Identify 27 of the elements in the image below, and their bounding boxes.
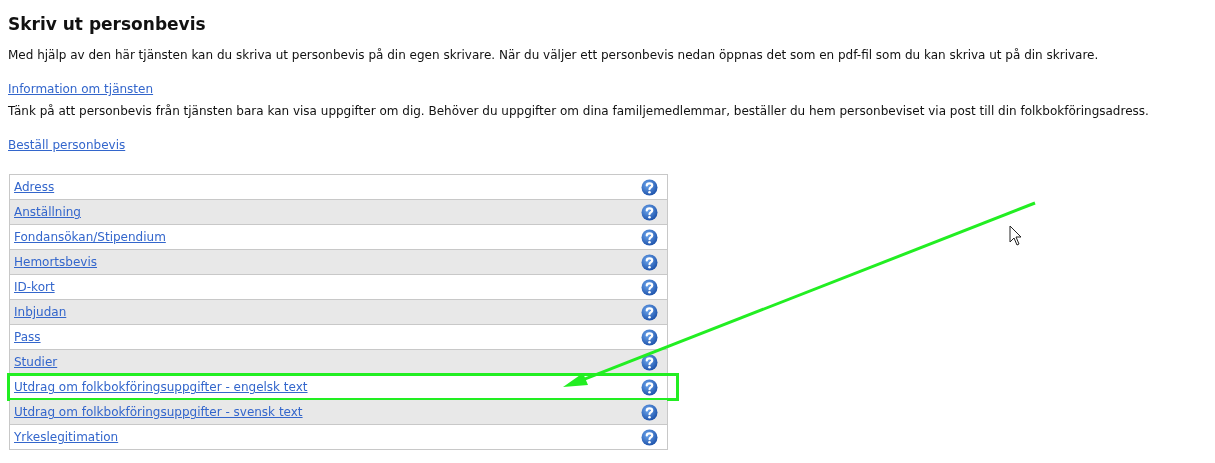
certificate-link[interactable]: Anställning — [14, 203, 81, 222]
certificate-link[interactable]: Inbjudan — [14, 303, 67, 322]
help-icon[interactable] — [641, 378, 658, 396]
help-icon[interactable] — [641, 203, 658, 221]
certificate-link[interactable]: Fondansökan/Stipendium — [14, 228, 166, 247]
help-icon[interactable] — [641, 303, 658, 321]
help-icon[interactable] — [641, 403, 658, 421]
certificate-link[interactable]: Hemortsbevis — [14, 253, 97, 272]
certificate-link[interactable]: Studier — [14, 353, 58, 372]
help-icon[interactable] — [641, 353, 658, 371]
help-icon[interactable] — [641, 278, 658, 296]
help-icon[interactable] — [641, 178, 658, 196]
note-text: Tänk på att personbevis från tjänsten bara kan visa uppgifter om dig. Behöver du uppgifter om dina familjemedlemmar, beställer du hem personbeviset via post till din folkbokföringsadress. — [8, 103, 1150, 121]
certificate-link[interactable]: Adress — [14, 178, 55, 197]
help-icon[interactable] — [641, 253, 658, 271]
certificate-link[interactable]: Pass — [14, 328, 41, 347]
info-link[interactable]: Information om tjänsten — [8, 82, 154, 97]
intro-text: Med hjälp av den här tjänsten kan du skriva ut personbevis på din egen skrivare. När du väljer ett personbevis nedan öppnas det som en pdf-fil som du kan skriva ut på din skrivare. — [8, 47, 1100, 65]
certificate-link[interactable]: Yrkeslegitimation — [14, 428, 119, 447]
certificate-link[interactable]: Utdrag om folkbokföringsuppgifter - engelsk text — [14, 378, 308, 397]
help-icon[interactable] — [641, 328, 658, 346]
certificate-link[interactable]: ID-kort — [14, 278, 55, 297]
cursor-icon — [1009, 225, 1022, 246]
order-link[interactable]: Beställ personbevis — [8, 138, 126, 153]
help-icon[interactable] — [641, 228, 658, 246]
page-title: Skriv ut personbevis — [8, 14, 207, 35]
help-icon[interactable] — [641, 428, 658, 446]
